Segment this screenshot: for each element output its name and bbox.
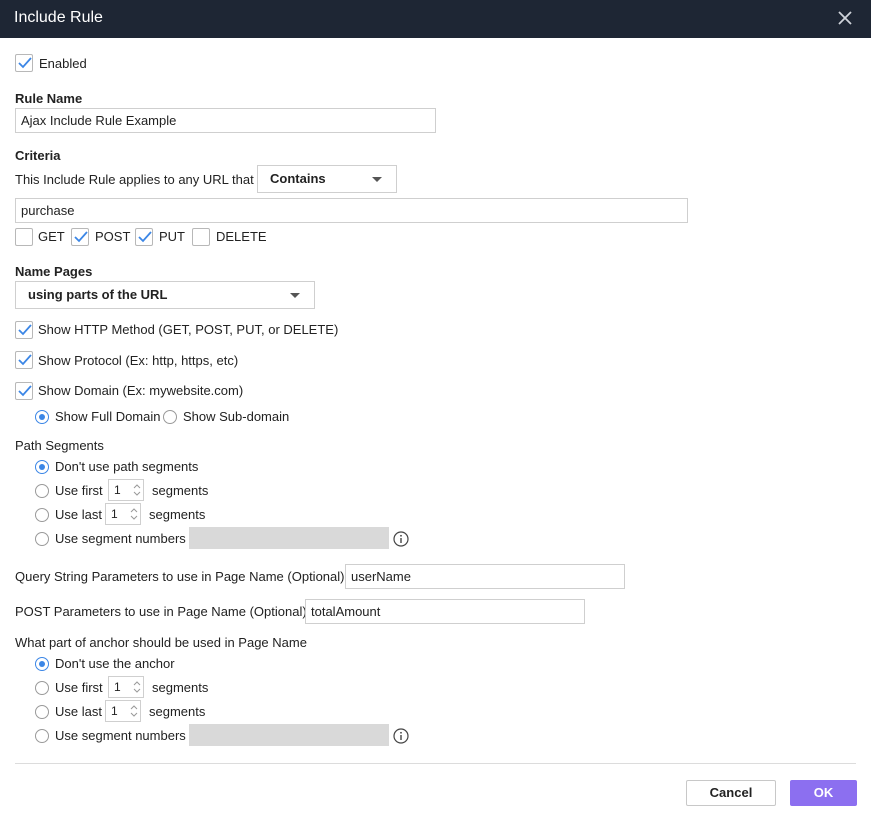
url-pattern-input[interactable]: purchase <box>15 198 688 223</box>
checkmark-icon <box>18 385 32 397</box>
anchor-last-segments-word: segments <box>149 704 206 719</box>
anchor-first-value: 1 <box>114 680 121 694</box>
method-get-label: GET <box>38 229 65 244</box>
query-params-input[interactable]: userName <box>345 564 625 589</box>
checkmark-icon <box>18 354 32 366</box>
method-post-label: POST <box>95 229 131 244</box>
name-pages-value: using parts of the URL <box>28 287 168 302</box>
path-last-stepper[interactable]: 1 <box>105 503 141 525</box>
method-delete-checkbox[interactable] <box>192 228 210 246</box>
dialog-titlebar: Include Rule <box>0 0 871 38</box>
path-first-stepper[interactable]: 1 <box>108 479 144 501</box>
anchor-use-last-radio[interactable] <box>35 705 49 719</box>
anchor-last-stepper[interactable]: 1 <box>105 700 141 722</box>
footer-divider <box>15 763 856 764</box>
path-use-first-radio[interactable] <box>35 484 49 498</box>
name-pages-select[interactable]: using parts of the URL <box>15 281 315 309</box>
stepper-arrows-icon <box>130 508 138 520</box>
method-delete-label: DELETE <box>216 229 267 244</box>
path-use-numbers-radio[interactable] <box>35 532 49 546</box>
info-icon[interactable] <box>393 728 409 744</box>
anchor-dont-use-radio[interactable] <box>35 657 49 671</box>
checkmark-icon <box>74 231 88 243</box>
criteria-heading: Criteria <box>15 148 61 163</box>
path-segment-numbers-input[interactable] <box>189 527 389 549</box>
query-params-label: Query String Parameters to use in Page N… <box>15 569 345 584</box>
dialog-title: Include Rule <box>14 9 103 26</box>
show-sub-domain-radio[interactable] <box>163 410 177 424</box>
method-put-checkbox[interactable] <box>135 228 153 246</box>
path-dont-use-radio[interactable] <box>35 460 49 474</box>
anchor-segment-numbers-input[interactable] <box>189 724 389 746</box>
show-domain-label: Show Domain (Ex: mywebsite.com) <box>38 383 244 398</box>
show-full-domain-label: Show Full Domain <box>55 409 161 424</box>
anchor-use-first-radio[interactable] <box>35 681 49 695</box>
path-first-value: 1 <box>114 483 121 497</box>
anchor-last-value: 1 <box>111 704 118 718</box>
checkmark-icon <box>18 57 32 69</box>
path-use-numbers-label: Use segment numbers <box>55 531 186 546</box>
path-last-segments-word: segments <box>149 507 206 522</box>
path-use-first-label: Use first <box>55 483 103 498</box>
cancel-button[interactable]: Cancel <box>686 780 776 806</box>
post-params-label: POST Parameters to use in Page Name (Opt… <box>15 604 307 619</box>
path-first-segments-word: segments <box>152 483 209 498</box>
anchor-first-stepper[interactable]: 1 <box>108 676 144 698</box>
show-http-method-checkbox[interactable] <box>15 321 33 339</box>
anchor-heading: What part of anchor should be used in Pa… <box>15 635 307 650</box>
anchor-dont-use-label: Don't use the anchor <box>55 656 175 671</box>
anchor-use-first-label: Use first <box>55 680 103 695</box>
method-get-checkbox[interactable] <box>15 228 33 246</box>
name-pages-heading: Name Pages <box>15 264 93 279</box>
method-put-label: PUT <box>159 229 185 244</box>
show-domain-checkbox[interactable] <box>15 382 33 400</box>
criteria-match-select[interactable]: Contains <box>257 165 397 193</box>
criteria-match-value: Contains <box>270 171 326 186</box>
rule-name-input[interactable]: Ajax Include Rule Example <box>15 108 436 133</box>
show-protocol-checkbox[interactable] <box>15 351 33 369</box>
anchor-first-segments-word: segments <box>152 680 209 695</box>
info-icon[interactable] <box>393 531 409 547</box>
stepper-arrows-icon <box>133 484 141 496</box>
method-post-checkbox[interactable] <box>71 228 89 246</box>
rule-name-heading: Rule Name <box>15 91 83 106</box>
path-segments-heading: Path Segments <box>15 438 104 453</box>
checkmark-icon <box>18 324 32 336</box>
show-protocol-label: Show Protocol (Ex: http, https, etc) <box>38 353 239 368</box>
anchor-use-numbers-label: Use segment numbers <box>55 728 186 743</box>
enabled-checkbox[interactable] <box>15 54 33 72</box>
path-use-last-label: Use last <box>55 507 102 522</box>
anchor-use-numbers-radio[interactable] <box>35 729 49 743</box>
checkmark-icon <box>138 231 152 243</box>
close-icon[interactable] <box>837 10 853 26</box>
show-full-domain-radio[interactable] <box>35 410 49 424</box>
enabled-label: Enabled <box>39 56 87 71</box>
ok-button[interactable]: OK <box>790 780 857 806</box>
caret-down-icon <box>290 293 300 298</box>
criteria-applies-text: This Include Rule applies to any URL tha… <box>15 172 254 187</box>
anchor-use-last-label: Use last <box>55 704 102 719</box>
show-sub-domain-label: Show Sub-domain <box>183 409 290 424</box>
show-http-method-label: Show HTTP Method (GET, POST, PUT, or DEL… <box>38 322 339 337</box>
path-dont-use-label: Don't use path segments <box>55 459 199 474</box>
path-use-last-radio[interactable] <box>35 508 49 522</box>
path-last-value: 1 <box>111 507 118 521</box>
stepper-arrows-icon <box>130 705 138 717</box>
post-params-input[interactable]: totalAmount <box>305 599 585 624</box>
stepper-arrows-icon <box>133 681 141 693</box>
caret-down-icon <box>372 177 382 182</box>
